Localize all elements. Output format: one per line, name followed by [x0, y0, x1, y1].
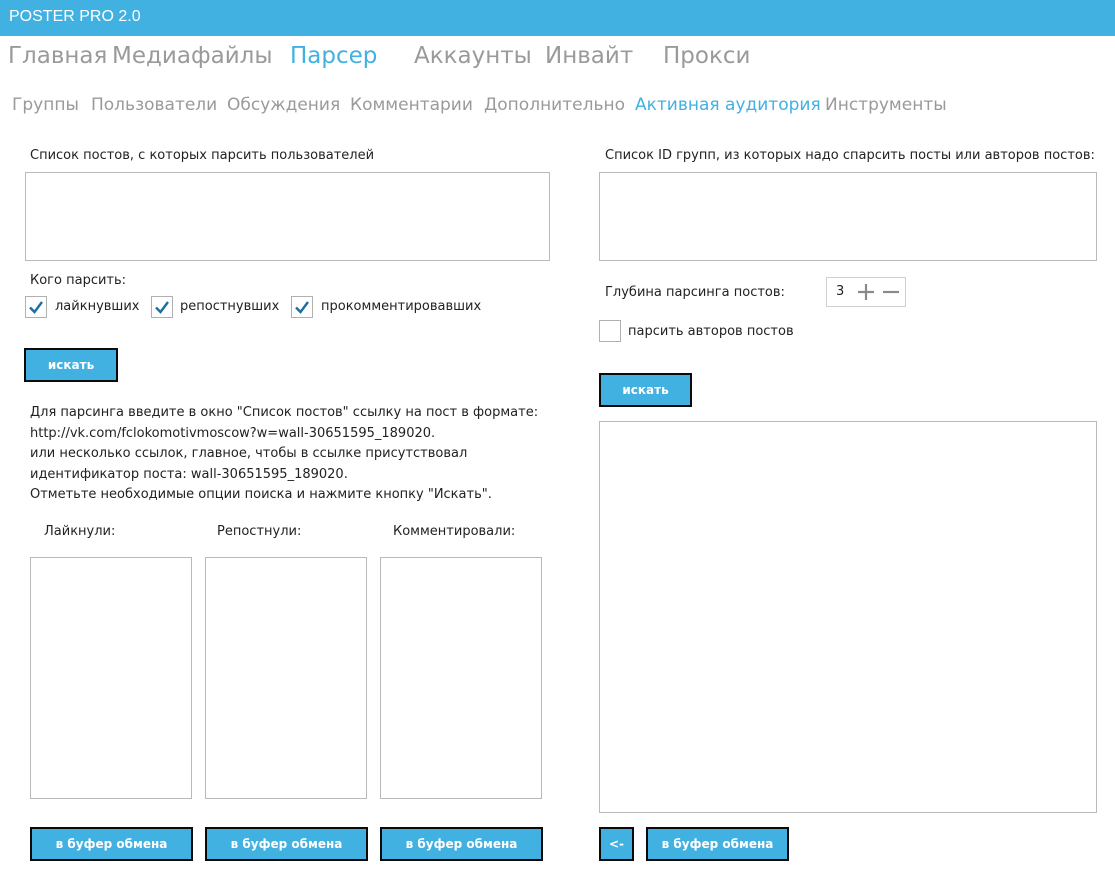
commented-results-list[interactable] [380, 557, 542, 799]
liked-results-label: Лайкнули: [44, 524, 116, 539]
copy-groups-button[interactable]: в буфер обмена [646, 827, 789, 861]
help-line: Для парсинга введите в окно "Список пост… [30, 405, 539, 420]
liked-checkbox-label: лайкнувших [55, 299, 140, 314]
liked-checkbox[interactable] [25, 296, 47, 318]
menu-item-accounts[interactable]: Аккаунты [414, 43, 532, 69]
who-to-parse-label: Кого парсить: [30, 273, 127, 288]
menu-item-proxy[interactable]: Прокси [663, 43, 750, 69]
title-bar: POSTER PRO 2.0 [0, 0, 1115, 36]
help-line: Отметьте необходимые опции поиска и нажм… [30, 487, 492, 502]
commented-checkbox[interactable] [291, 296, 313, 318]
menu-item-invite[interactable]: Инвайт [545, 43, 633, 69]
minus-icon[interactable] [881, 282, 901, 302]
depth-label: Глубина парсинга постов: [605, 285, 785, 300]
search-groups-button[interactable]: искать [599, 373, 692, 407]
tab-tools[interactable]: Инструменты [825, 95, 947, 115]
tab-comments[interactable]: Комментарии [350, 95, 473, 115]
reposted-checkbox-label: репостнувших [180, 299, 280, 314]
menu-item-home[interactable]: Главная [8, 43, 107, 69]
tab-discussions[interactable]: Обсуждения [227, 95, 340, 115]
groups-results-list[interactable] [599, 421, 1097, 813]
help-line: идентификатор поста: wall-30651595_18902… [30, 466, 348, 482]
depth-value[interactable]: 3 [836, 284, 844, 299]
reposted-checkbox[interactable] [151, 296, 173, 318]
checkmark-icon [155, 301, 169, 314]
reposted-results-list[interactable] [205, 557, 367, 799]
menu-item-parser[interactable]: Парсер [290, 43, 377, 69]
tab-users[interactable]: Пользователи [91, 95, 217, 115]
commented-results-label: Комментировали: [393, 524, 516, 539]
help-line: http://vk.com/fclokomotivmoscow?w=wall-3… [30, 425, 436, 441]
help-line: или несколько ссылок, главное, чтобы в с… [30, 446, 468, 461]
copy-liked-button[interactable]: в буфер обмена [30, 827, 193, 861]
app-title: POSTER PRO 2.0 [9, 8, 141, 25]
search-posts-button[interactable]: искать [24, 348, 118, 382]
groups-list-input[interactable] [599, 172, 1097, 261]
menu-item-media[interactable]: Медиафайлы [112, 43, 273, 69]
liked-results-list[interactable] [30, 557, 192, 799]
back-button[interactable]: <- [599, 827, 634, 861]
help-text: Для парсинга введите в окно "Список пост… [30, 403, 570, 506]
groups-list-label: Список ID групп, из которых надо спарсит… [605, 148, 1095, 163]
commented-checkbox-label: прокомментировавших [321, 299, 482, 314]
posts-list-input[interactable] [25, 172, 550, 261]
checkmark-icon [295, 301, 309, 314]
parse-authors-checkbox[interactable] [599, 320, 621, 342]
plus-icon[interactable] [856, 282, 876, 302]
posts-list-label: Список постов, с которых парсить пользов… [30, 148, 375, 163]
depth-stepper[interactable]: 3 [826, 277, 906, 307]
tab-groups[interactable]: Группы [12, 95, 79, 115]
tab-active-audience[interactable]: Активная аудитория [635, 95, 821, 115]
reposted-results-label: Репостнули: [217, 524, 302, 539]
copy-commented-button[interactable]: в буфер обмена [380, 827, 543, 861]
checkmark-icon [29, 301, 43, 314]
tab-additional[interactable]: Дополнительно [484, 95, 625, 115]
copy-reposted-button[interactable]: в буфер обмена [205, 827, 368, 861]
parse-authors-label: парсить авторов постов [628, 324, 794, 339]
